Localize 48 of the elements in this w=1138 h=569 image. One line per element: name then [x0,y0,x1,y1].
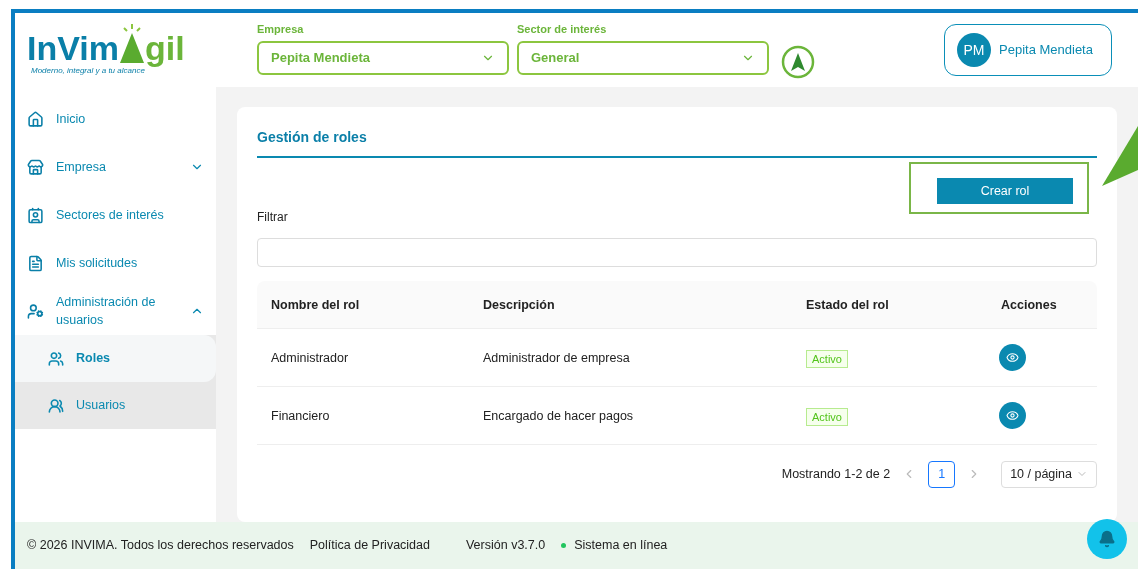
version-text: Versión v3.7.0 [465,537,546,555]
copyright-text: © 2026 INVIMA. Todos los derechos reservados [27,537,294,555]
select-field[interactable]: Pepita Mendieta [257,40,509,75]
select-label: Empresa [257,22,305,37]
document-icon [27,254,44,272]
person-card-icon [27,206,44,224]
bell-icon [1098,530,1116,548]
sidebar-item[interactable]: Sectores de interés [15,191,216,239]
filter-field[interactable] [257,238,1097,268]
column-header: Estado del rol [805,296,890,314]
logo-mark-icon [118,23,145,65]
table-cell-text: Financiero [270,407,331,425]
status-text: Sistema en línea [574,537,668,555]
submenu-item[interactable]: Usuarios [15,382,216,429]
avatar: PM [957,33,991,67]
select-field[interactable]: General [517,40,769,75]
view-button[interactable] [999,344,1026,372]
store-icon [27,158,44,176]
select-label: Sector de interés [517,22,608,37]
view-button[interactable] [999,402,1026,430]
eye-icon [1006,351,1019,365]
pagination-summary: Mostrando 1-2 de 2 [781,466,891,483]
user-button[interactable]: PM Pepita Mendieta [944,24,1112,76]
privacy-link[interactable]: Política de Privacidad [309,536,430,555]
sidebar-item[interactable]: Empresa [15,143,216,191]
eye-icon [1006,409,1019,423]
page-button[interactable]: 1 [928,460,956,488]
sidebar-item[interactable]: Mis solicitudes [15,239,216,287]
users-icon [48,397,64,414]
logo: InVim gil Moderno, integral y a tu alcance [27,23,257,77]
group-icon [48,350,64,367]
submenu-item[interactable]: Roles [15,335,216,382]
status-tag: Activo [806,349,848,368]
sidebar-item[interactable]: Administración de usuarios [15,287,216,335]
column-header: Descripción [482,296,556,314]
user-cog-icon [27,302,44,320]
page-title: Gestión de roles [257,127,1097,158]
home-icon [27,110,44,128]
table-cell-text: Administrador de empresa [482,349,631,367]
status-tag: Activo [806,407,848,426]
column-header: Nombre del rol [270,296,361,314]
filter-label: Filtrar [257,209,289,227]
column-header: Acciones [1000,296,1058,314]
table-cell-text: Encargado de hacer pagos [482,407,635,425]
table-cell-text: Administrador [270,349,350,367]
sidebar-item[interactable]: Inicio [15,95,216,143]
create-role-button[interactable]: Crear rol [937,178,1073,205]
page-size-select[interactable]: 10 / página [1001,460,1097,488]
